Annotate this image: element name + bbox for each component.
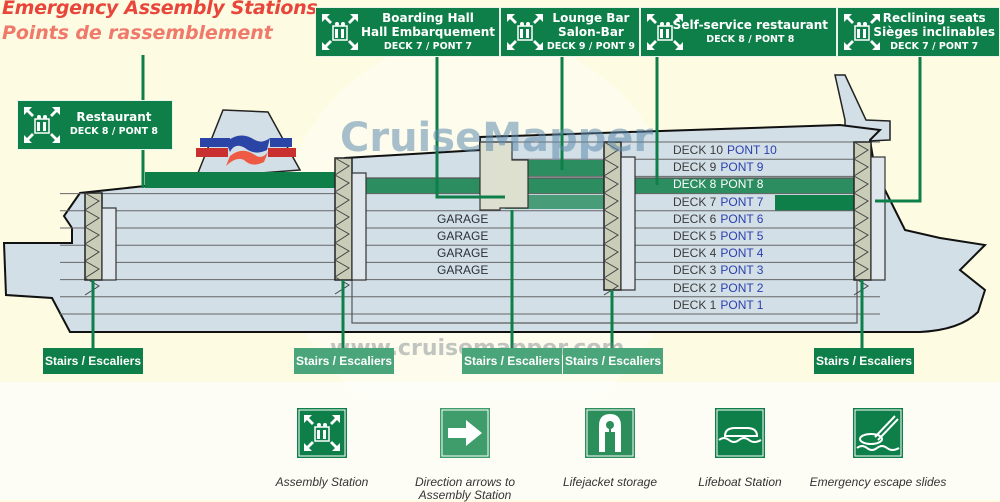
legend-lifeboat: Lifeboat Station: [680, 408, 800, 489]
funnel-stripe-blue: [200, 138, 230, 147]
deck-label: DECK 5 PONT 5: [673, 229, 763, 243]
pont-number: PONT 4: [720, 246, 764, 261]
garage-label: GARAGE: [437, 246, 489, 260]
legend-direction-arrows: Direction arrows to Assembly Station: [400, 408, 530, 502]
garage-label: GARAGE: [437, 212, 489, 226]
sign-deck: DECK 7 / PONT 7: [890, 41, 979, 52]
deck-number: DECK 1: [673, 297, 717, 312]
pont-number: PONT 6: [720, 211, 764, 226]
deck-label: DECK 2 PONT 2: [673, 281, 763, 295]
stairs-label[interactable]: Stairs / Escaliers: [814, 348, 914, 374]
ship-profile: [2, 35, 988, 400]
pont-number: PONT 5: [720, 229, 764, 243]
sign-deck: DECK 9 / PONT 9: [546, 41, 635, 52]
assembly-sign-reclining-seats[interactable]: Reclining seats Sièges inclinables DECK 7 …: [837, 7, 1000, 57]
lifejacket-icon: [585, 408, 635, 458]
deck-number: DECK 10: [673, 143, 724, 157]
deck-number: DECK 6: [673, 211, 717, 226]
stairs-label[interactable]: Stairs / Escaliers: [294, 348, 394, 374]
sign-deck: DECK 7 / PONT 7: [383, 41, 473, 52]
legend-label: Lifejacket storage: [562, 475, 658, 489]
legend-lifejacket: Lifejacket storage: [550, 408, 670, 489]
pont-number: PONT 3: [720, 263, 764, 278]
legend-assembly-station: Assembly Station: [262, 408, 382, 489]
sign-title: Restaurant: [76, 110, 152, 124]
stair-tower: [84, 192, 117, 296]
sign-title: Boarding Hall: [382, 11, 474, 25]
assembly-station-icon: [23, 106, 61, 144]
assembly-sign-boarding-hall[interactable]: Boarding Hall Hall Embarquement DECK 7 / P…: [315, 7, 500, 57]
pont-number: PONT 8: [720, 177, 764, 192]
deck-number: DECK 2: [673, 280, 717, 295]
deck-label: DECK 3 PONT 3: [673, 263, 763, 277]
assembly-station-icon: [321, 13, 359, 51]
sign-title-fr: Hall Embarquement: [360, 25, 495, 39]
deck-label: DECK 7 PONT 7: [673, 195, 763, 209]
sign-deck: DECK 8 / PONT 8: [706, 34, 795, 45]
legend-label: Assembly Station: [275, 475, 369, 489]
sign-title: Lounge Bar: [552, 11, 630, 25]
pont-number: PONT 9: [720, 160, 764, 175]
pont-number: PONT 1: [720, 297, 764, 312]
stair-tower: [853, 141, 886, 296]
deck-number: DECK 3: [673, 263, 717, 278]
assembly-sign-self-service[interactable]: Self-service restaurant DECK 8 / PONT 8: [640, 7, 837, 57]
deck-label: DECK 4 PONT 4: [673, 246, 763, 260]
escape-slide-icon: [853, 408, 903, 458]
assembly-station-icon: [506, 13, 544, 51]
deck-number: DECK 5: [673, 229, 717, 243]
deck-label: DECK 6 PONT 6: [673, 212, 763, 226]
garage-label: GARAGE: [437, 229, 489, 243]
pont-number: PONT 10: [727, 143, 777, 157]
legend-label: Direction arrows to Assembly Station: [414, 475, 516, 502]
direction-arrow-icon: [440, 408, 490, 458]
garage-label: GARAGE: [437, 263, 489, 277]
stair-tower: [334, 157, 367, 295]
pont-number: PONT 7: [720, 194, 764, 209]
legend-label: Lifeboat Station: [698, 475, 782, 489]
deck-number: DECK 8: [673, 177, 717, 192]
sign-title-fr: Sièges inclinables: [873, 25, 995, 39]
deck8-band-aft: [145, 172, 345, 188]
stair-tower: [603, 141, 636, 296]
deck-number: DECK 4: [673, 246, 717, 261]
sign-title: Reclining seats: [882, 11, 986, 25]
deck-label: DECK 8 PONT 8: [673, 177, 763, 191]
stairs-label[interactable]: Stairs / Escaliers: [462, 348, 562, 374]
stairs-label[interactable]: Stairs / Escaliers: [43, 348, 143, 374]
deck-label: DECK 9 PONT 9: [673, 160, 763, 174]
stairs-label[interactable]: Stairs / Escaliers: [563, 348, 663, 374]
assembly-station-icon: [297, 408, 347, 458]
assembly-sign-lounge-bar[interactable]: Lounge Bar Salon-Bar DECK 9 / PONT 9: [500, 7, 640, 57]
lifeboat-icon: [715, 408, 765, 458]
legend-escape-slides: Emergency escape slides: [803, 408, 953, 489]
deck8-band: [345, 178, 855, 194]
deck-label: DECK 10 PONT 10: [673, 143, 777, 157]
assembly-sign-restaurant[interactable]: Restaurant DECK 8 / PONT 8: [17, 100, 173, 150]
pont-number: PONT 2: [720, 280, 764, 295]
funnel-stripe-red: [196, 148, 228, 157]
sign-deck: DECK 8 / PONT 8: [69, 126, 158, 137]
sign-title: Self-service restaurant: [672, 18, 828, 32]
sign-title-fr: Salon-Bar: [558, 25, 624, 39]
legend-label: Emergency escape slides: [809, 475, 947, 489]
deck-label: DECK 1 PONT 1: [673, 298, 763, 312]
deck-number: DECK 7: [673, 194, 717, 209]
deck-number: DECK 9: [673, 160, 717, 175]
